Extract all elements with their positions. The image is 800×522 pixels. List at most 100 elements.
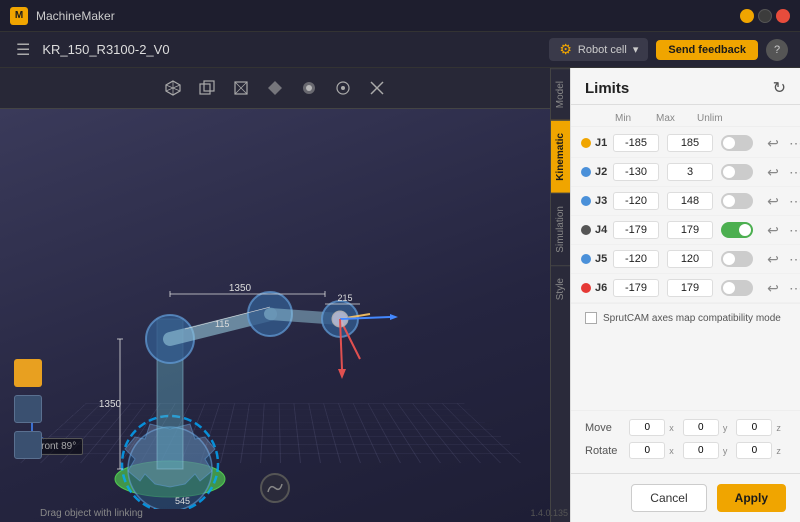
joint-dot-j4 xyxy=(581,225,591,235)
j6-max-input[interactable] xyxy=(667,279,713,297)
j1-max-input[interactable] xyxy=(667,134,713,152)
circle-view-button[interactable] xyxy=(295,74,323,102)
palette-cube-blue-2[interactable] xyxy=(14,431,42,459)
palette-cube-orange[interactable] xyxy=(14,359,42,387)
tab-simulation[interactable]: Simulation xyxy=(551,193,570,265)
j3-max-input[interactable] xyxy=(667,192,713,210)
header-min: Min xyxy=(615,113,656,124)
joint-label-j3: J3 xyxy=(581,195,611,207)
sprutcam-checkbox[interactable] xyxy=(585,312,597,324)
j5-min-input[interactable] xyxy=(613,250,659,268)
j6-min-input[interactable] xyxy=(613,279,659,297)
joint-row-j4: J4 ↩ ⋯ xyxy=(571,216,800,245)
move-rotate-section: Move x y z Rotate x y z xyxy=(571,410,800,473)
robot-arm: 1350 215 115 1350 545 330 xyxy=(30,129,450,509)
window-controls xyxy=(740,9,790,23)
robot-icon: ⚙ xyxy=(559,41,572,58)
j4-min-input[interactable] xyxy=(613,221,659,239)
sprutcam-row: SprutCAM axes map compatibility mode xyxy=(571,303,800,332)
reset-button[interactable]: ↻ xyxy=(773,78,786,98)
apply-button[interactable]: Apply xyxy=(717,484,786,512)
j1-min-input[interactable] xyxy=(613,134,659,152)
menu-icon[interactable]: ☰ xyxy=(12,36,34,64)
close-button[interactable] xyxy=(776,9,790,23)
solid-button[interactable] xyxy=(261,74,289,102)
tab-model[interactable]: Model xyxy=(551,68,570,120)
maximize-button[interactable] xyxy=(758,9,772,23)
j5-max-input[interactable] xyxy=(667,250,713,268)
app-title: MachineMaker xyxy=(36,9,740,23)
panel-tabs: Model Kinematic Simulation Style xyxy=(550,68,570,522)
move-z-axis: z xyxy=(776,423,786,433)
cancel-button[interactable]: Cancel xyxy=(631,484,706,512)
robot-cell-selector[interactable]: ⚙ Robot cell ▾ xyxy=(549,38,648,61)
header-arc xyxy=(738,113,762,124)
j4-more-button[interactable]: ⋯ xyxy=(789,222,800,239)
move-z-input[interactable] xyxy=(736,419,772,436)
j4-arc-icon: ↩ xyxy=(763,220,783,240)
object-palette xyxy=(14,159,42,459)
box-view-button[interactable] xyxy=(193,74,221,102)
titlebar: M MachineMaker xyxy=(0,0,800,32)
joint-row-j2: J2 ↩ ⋯ xyxy=(571,158,800,187)
joint-label-j5: J5 xyxy=(581,253,611,265)
joint-row-j6: J6 ↩ ⋯ xyxy=(571,274,800,303)
j6-more-button[interactable]: ⋯ xyxy=(789,280,800,297)
svg-text:545: 545 xyxy=(175,496,190,506)
feedback-button[interactable]: Send feedback xyxy=(656,40,758,60)
viewport-3d[interactable]: 1350 215 115 1350 545 330 xyxy=(0,109,550,522)
tab-kinematic[interactable]: Kinematic xyxy=(551,120,570,193)
move-y-input[interactable] xyxy=(683,419,719,436)
j2-more-button[interactable]: ⋯ xyxy=(789,164,800,181)
j6-toggle[interactable] xyxy=(721,280,753,296)
svg-text:1350: 1350 xyxy=(229,283,252,294)
main-toolbar: ☰ KR_150_R3100-2_V0 ⚙ Robot cell ▾ Send … xyxy=(0,32,800,68)
chevron-down-icon: ▾ xyxy=(633,43,639,56)
cross-button[interactable] xyxy=(363,74,391,102)
help-button[interactable]: ? xyxy=(766,39,788,61)
main-area: 1350 215 115 1350 545 330 xyxy=(0,68,800,522)
joint-row-j5: J5 ↩ ⋯ xyxy=(571,245,800,274)
joint-label-j4: J4 xyxy=(581,224,611,236)
panel-header: Limits ↻ xyxy=(571,68,800,105)
j5-toggle[interactable] xyxy=(721,251,753,267)
viewport[interactable]: 1350 215 115 1350 545 330 xyxy=(0,68,550,522)
rotate-z-axis: z xyxy=(776,446,786,456)
joint-row-j1: J1 ↩ ⋯ xyxy=(571,129,800,158)
header-more xyxy=(762,113,786,124)
move-label: Move xyxy=(585,422,625,434)
rotate-x-input[interactable] xyxy=(629,442,665,459)
palette-cube-blue-1[interactable] xyxy=(14,395,42,423)
j5-more-button[interactable]: ⋯ xyxy=(789,251,800,268)
j1-toggle[interactable] xyxy=(721,135,753,151)
joint-label-j2: J2 xyxy=(581,166,611,178)
j5-arc-icon: ↩ xyxy=(763,249,783,269)
minimize-button[interactable] xyxy=(740,9,754,23)
j4-toggle[interactable] xyxy=(721,222,753,238)
limits-table: Min Max Unlim J1 ↩ ⋯ xyxy=(571,105,800,410)
drag-status-text: Drag object with linking xyxy=(40,508,143,519)
j2-max-input[interactable] xyxy=(667,163,713,181)
robot-cell-label: Robot cell xyxy=(578,44,627,56)
rotate-x-axis: x xyxy=(669,446,679,456)
move-x-input[interactable] xyxy=(629,419,665,436)
speed-circle xyxy=(260,473,290,503)
svg-text:1350: 1350 xyxy=(99,399,122,410)
target-button[interactable] xyxy=(329,74,357,102)
j3-more-button[interactable]: ⋯ xyxy=(789,193,800,210)
j3-toggle[interactable] xyxy=(721,193,753,209)
rotate-label: Rotate xyxy=(585,445,625,457)
header-unlim: Unlim xyxy=(697,113,738,124)
j4-max-input[interactable] xyxy=(667,221,713,239)
right-panel: Limits ↻ Min Max Unlim J1 xyxy=(570,68,800,522)
cube-view-button[interactable] xyxy=(159,74,187,102)
tab-style[interactable]: Style xyxy=(551,265,570,312)
j3-min-input[interactable] xyxy=(613,192,659,210)
rotate-z-input[interactable] xyxy=(736,442,772,459)
rotate-y-input[interactable] xyxy=(683,442,719,459)
j2-min-input[interactable] xyxy=(613,163,659,181)
svg-text:215: 215 xyxy=(337,293,352,303)
wireframe-button[interactable] xyxy=(227,74,255,102)
j2-toggle[interactable] xyxy=(721,164,753,180)
j1-more-button[interactable]: ⋯ xyxy=(789,135,800,152)
